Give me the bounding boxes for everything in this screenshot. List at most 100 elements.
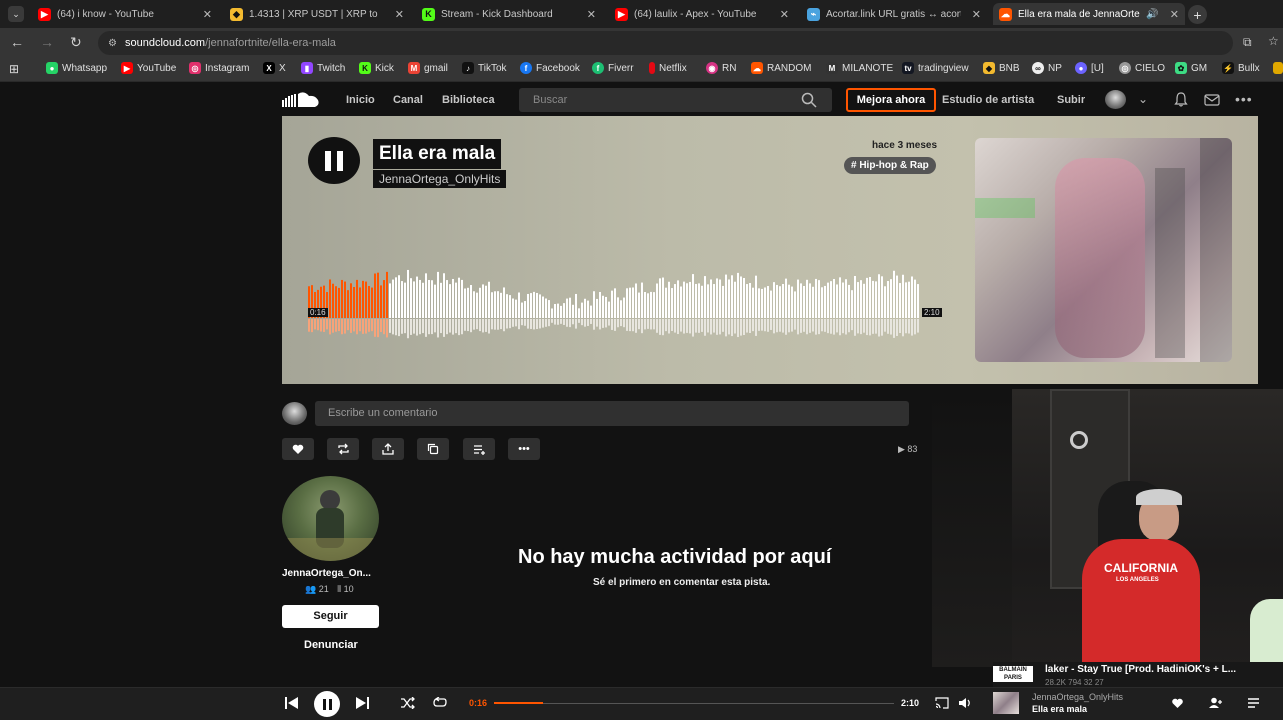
follow-button[interactable]: Seguir bbox=[282, 605, 379, 628]
upgrade-button[interactable]: Mejora ahora bbox=[846, 88, 936, 112]
artist-studio-link[interactable]: Estudio de artista bbox=[942, 94, 1034, 106]
bookmark-youtube[interactable]: ▶ YouTube bbox=[121, 62, 176, 74]
bookmark-kick[interactable]: K Kick bbox=[359, 62, 394, 74]
new-tab-button[interactable]: + bbox=[1188, 5, 1207, 24]
mail-icon[interactable] bbox=[1204, 94, 1220, 106]
more-actions-button[interactable]: ••• bbox=[508, 438, 540, 460]
bookmark-cielo[interactable]: ◎ CIELO bbox=[1119, 62, 1165, 74]
cast-icon[interactable] bbox=[935, 697, 949, 709]
waveform-bar bbox=[860, 280, 862, 318]
shuffle-icon[interactable] bbox=[400, 697, 415, 709]
tab-youtube-i-know[interactable]: ▶ (64) i know - YouTube ✕ bbox=[32, 3, 218, 25]
more-options-icon[interactable]: ••• bbox=[1235, 91, 1253, 107]
bookmark-netflix[interactable]: Netflix bbox=[649, 62, 687, 74]
waveform-reflection-bar bbox=[635, 319, 637, 333]
comment-input[interactable]: Escribe un comentario bbox=[315, 401, 909, 426]
bookmark-bullx[interactable]: ⚡ Bullx bbox=[1222, 62, 1260, 74]
next-track-icon[interactable] bbox=[355, 696, 370, 710]
chevron-down-icon[interactable]: ⌄ bbox=[1138, 92, 1148, 106]
bookmark-instagram[interactable]: ◎ Instagram bbox=[189, 62, 249, 74]
volume-icon[interactable] bbox=[958, 697, 972, 709]
now-playing-artist[interactable]: JennaOrtega_OnlyHits bbox=[1032, 692, 1123, 702]
like-button[interactable] bbox=[282, 438, 314, 460]
bookmark-tiktok[interactable]: ♪ TikTok bbox=[462, 62, 507, 74]
copy-link-button[interactable] bbox=[417, 438, 449, 460]
nav-inicio[interactable]: Inicio bbox=[346, 94, 375, 106]
share-button[interactable] bbox=[372, 438, 404, 460]
waveform-bar bbox=[695, 283, 697, 318]
close-icon[interactable]: ✕ bbox=[972, 8, 981, 21]
close-icon[interactable]: ✕ bbox=[587, 8, 596, 21]
play-pause-button[interactable] bbox=[314, 691, 340, 717]
bookmark-twitch[interactable]: ▮ Twitch bbox=[301, 62, 345, 74]
upload-link[interactable]: Subir bbox=[1057, 94, 1085, 106]
genre-tag[interactable]: # Hip-hop & Rap bbox=[844, 157, 936, 174]
tab-youtube-laulix[interactable]: ▶ (64) laulix - Apex - YouTube ✕ bbox=[609, 3, 795, 25]
soundcloud-logo-icon[interactable] bbox=[282, 91, 322, 114]
reload-icon[interactable]: ↻ bbox=[70, 34, 82, 51]
tab-binance-xrp[interactable]: ◆ 1.4313 | XRP USDT | XRP to USDT ✕ bbox=[224, 3, 410, 25]
track-artist-link[interactable]: JennaOrtega_OnlyHits bbox=[373, 170, 507, 188]
waveform-reflection-bar bbox=[884, 319, 886, 332]
now-playing-thumbnail[interactable] bbox=[993, 692, 1019, 714]
nav-canal[interactable]: Canal bbox=[393, 94, 423, 106]
close-icon[interactable]: ✕ bbox=[780, 8, 789, 21]
now-playing-title[interactable]: Ella era mala bbox=[1032, 704, 1087, 714]
artist-avatar[interactable] bbox=[282, 476, 379, 561]
tab-search-icon[interactable]: ⌄ bbox=[8, 6, 24, 22]
waveform-reflection-bar bbox=[761, 319, 763, 331]
search-icon[interactable] bbox=[801, 92, 817, 108]
bookmark-random[interactable]: ☁ RANDOM bbox=[751, 62, 811, 74]
artist-name-link[interactable]: JennaOrtega_On... bbox=[282, 568, 371, 579]
bookmark-rn[interactable]: ◉ RN bbox=[706, 62, 736, 74]
repost-button[interactable] bbox=[327, 438, 359, 460]
forward-arrow-icon[interactable]: → bbox=[40, 34, 54, 50]
follow-user-icon[interactable] bbox=[1209, 697, 1223, 709]
previous-track-icon[interactable] bbox=[284, 696, 299, 710]
bookmark-milanote[interactable]: M MILANOTE bbox=[826, 62, 893, 74]
waveform-bar bbox=[677, 280, 679, 318]
tab-kick-dashboard[interactable]: K Stream - Kick Dashboard ✕ bbox=[416, 3, 602, 25]
followers-count[interactable]: 21 bbox=[319, 584, 329, 594]
heart-icon[interactable] bbox=[1171, 698, 1184, 709]
bookmark-u[interactable]: ● [U] bbox=[1075, 62, 1104, 74]
search-input[interactable]: Buscar bbox=[519, 88, 832, 112]
tracks-count[interactable]: 10 bbox=[344, 584, 354, 594]
bookmark-star-icon[interactable]: ☆ bbox=[1268, 34, 1279, 48]
waveform-reflection-bar bbox=[386, 319, 388, 338]
bookmark-gmail[interactable]: Mgmail bbox=[408, 62, 448, 74]
waveform-scrubber[interactable] bbox=[308, 266, 938, 342]
bookmark-whatsapp[interactable]: ● Whatsapp bbox=[46, 62, 107, 74]
speaker-icon[interactable]: 🔊 bbox=[1146, 9, 1158, 20]
repeat-icon[interactable] bbox=[433, 697, 447, 709]
report-button[interactable]: Denunciar bbox=[304, 639, 358, 651]
bookmark-facebook[interactable]: f Facebook bbox=[520, 62, 580, 74]
close-icon[interactable]: ✕ bbox=[203, 8, 212, 21]
bookmark-label: RANDOM bbox=[767, 62, 812, 74]
back-arrow-icon[interactable]: ← bbox=[10, 34, 24, 50]
apps-grid-icon[interactable]: ⊞ bbox=[9, 62, 19, 76]
bookmark-fiverr[interactable]: f Fiverr bbox=[592, 62, 634, 74]
bookmark-gm[interactable]: ✿ GM bbox=[1175, 62, 1207, 74]
bookmark-tradingview[interactable]: tv tradingview bbox=[902, 62, 969, 74]
install-app-icon[interactable]: ⧉ bbox=[1243, 35, 1252, 50]
waveform-bar bbox=[683, 281, 685, 318]
url-field[interactable]: ⚙ soundcloud.com/jennafortnite/ella-era-… bbox=[98, 31, 1233, 55]
site-info-icon[interactable]: ⚙ bbox=[108, 38, 117, 49]
waveform-reflection-bar bbox=[500, 319, 502, 330]
bookmark-np[interactable]: ∞ NP bbox=[1032, 62, 1062, 74]
add-to-playlist-button[interactable] bbox=[463, 438, 495, 460]
pause-button[interactable] bbox=[308, 137, 360, 184]
user-avatar[interactable] bbox=[1105, 90, 1126, 109]
progress-track[interactable] bbox=[494, 703, 894, 704]
tab-acortar-link[interactable]: ⌁ Acortar.link URL gratis ↔ acortar... ✕ bbox=[801, 3, 987, 25]
queue-icon[interactable] bbox=[1247, 697, 1260, 709]
close-icon[interactable]: ✕ bbox=[395, 8, 404, 21]
nav-biblioteca[interactable]: Biblioteca bbox=[442, 94, 495, 106]
tab-soundcloud-active[interactable]: ☁ Ella era mala de JennaOrtega... 🔊 ✕ bbox=[993, 3, 1185, 25]
close-icon[interactable]: ✕ bbox=[1170, 8, 1179, 21]
bookmark-x[interactable]: XX bbox=[263, 62, 286, 74]
bell-icon[interactable] bbox=[1174, 92, 1188, 107]
bookmark-bnb[interactable]: ◆ BNB bbox=[983, 62, 1020, 74]
bookmark-folder[interactable] bbox=[1273, 62, 1283, 74]
